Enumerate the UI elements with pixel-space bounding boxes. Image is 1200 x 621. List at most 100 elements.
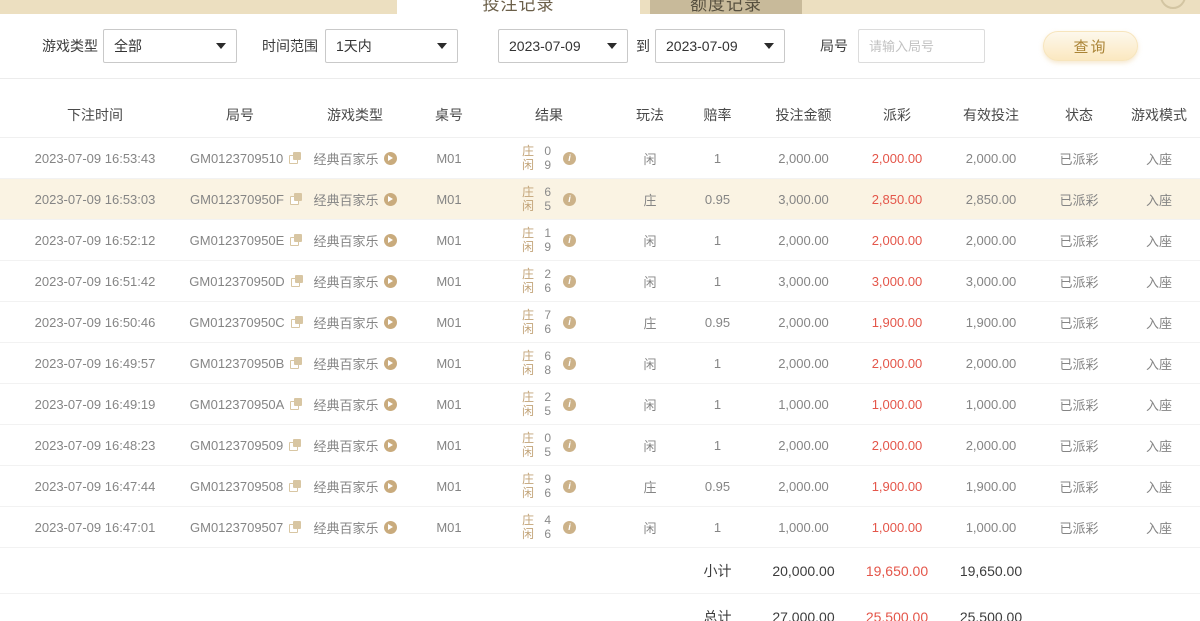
copy-icon[interactable] <box>289 439 290 452</box>
valid-bet: 1,000.00 <box>942 520 1040 535</box>
game-type-label: 游戏类型 <box>42 36 98 56</box>
info-circle-icon[interactable] <box>563 480 576 493</box>
table-row[interactable]: 2023-07-09 16:49:19 GM012370950A 经典百家乐 M… <box>0 384 1200 425</box>
result-score: 庄 0 闲 5 <box>522 432 551 459</box>
valid-bet: 1,900.00 <box>942 479 1040 494</box>
copy-icon[interactable] <box>289 480 290 493</box>
play-circle-icon[interactable] <box>384 480 397 493</box>
tab-credit-records[interactable]: 额度记录 <box>650 0 802 14</box>
info-circle-icon[interactable] <box>563 521 576 534</box>
game-type-select[interactable]: 全部 <box>103 29 237 63</box>
result-cell: 庄 7 闲 6 <box>478 309 620 336</box>
valid-bet: 2,000.00 <box>942 438 1040 453</box>
odds: 1 <box>680 356 755 371</box>
player-score: 6 <box>543 323 551 336</box>
play-type: 庄 <box>620 190 680 209</box>
game-type-cell: 经典百家乐 <box>290 313 420 332</box>
info-circle-icon[interactable] <box>563 357 576 370</box>
banker-score: 7 <box>543 309 551 322</box>
table-row[interactable]: 2023-07-09 16:53:03 GM012370950F 经典百家乐 M… <box>0 179 1200 220</box>
header-play-type: 玩法 <box>620 105 680 125</box>
copy-icon[interactable] <box>289 152 290 165</box>
valid-bet: 2,000.00 <box>942 356 1040 371</box>
play-circle-icon[interactable] <box>384 357 397 370</box>
header-bet-time: 下注时间 <box>0 105 190 125</box>
info-circle-icon[interactable] <box>563 439 576 452</box>
round-id-cell: GM012370950E <box>190 233 290 248</box>
time-range-label: 时间范围 <box>262 36 318 56</box>
play-circle-icon[interactable] <box>384 193 397 206</box>
table-row[interactable]: 2023-07-09 16:49:57 GM012370950B 经典百家乐 M… <box>0 343 1200 384</box>
payout-amount: 2,000.00 <box>852 356 942 371</box>
banker-score-line: 庄 9 <box>522 473 551 486</box>
bet-time: 2023-07-09 16:52:12 <box>0 233 190 248</box>
tab-betting-records[interactable]: 投注记录 <box>397 0 640 14</box>
info-circle-icon[interactable] <box>563 275 576 288</box>
table-number: M01 <box>420 192 478 207</box>
banker-score-line: 庄 6 <box>522 186 551 199</box>
status-badge: 已派彩 <box>1040 395 1118 414</box>
info-circle-icon[interactable] <box>563 398 576 411</box>
table-row[interactable]: 2023-07-09 16:48:23 GM0123709509 经典百家乐 M… <box>0 425 1200 466</box>
result-score: 庄 7 闲 6 <box>522 309 551 336</box>
time-range-select[interactable]: 1天内 <box>325 29 458 63</box>
valid-bet: 2,850.00 <box>942 192 1040 207</box>
play-circle-icon[interactable] <box>384 152 397 165</box>
play-circle-icon[interactable] <box>384 275 397 288</box>
round-number-input[interactable] <box>858 29 985 63</box>
bet-amount: 2,000.00 <box>755 151 852 166</box>
payout-amount: 1,900.00 <box>852 315 942 330</box>
round-id-cell: GM0123709508 <box>190 479 290 494</box>
game-type: 经典百家乐 <box>313 518 378 537</box>
play-circle-icon[interactable] <box>384 521 397 534</box>
payout-amount: 2,000.00 <box>852 151 942 166</box>
table-row[interactable]: 2023-07-09 16:47:44 GM0123709508 经典百家乐 M… <box>0 466 1200 507</box>
play-circle-icon[interactable] <box>384 439 397 452</box>
header-table-no: 桌号 <box>420 105 478 125</box>
banker-score-line: 庄 0 <box>522 145 551 158</box>
banker-label: 庄 <box>522 227 534 240</box>
game-type: 经典百家乐 <box>313 272 378 291</box>
banker-score: 2 <box>543 391 551 404</box>
table-header: 下注时间 局号 游戏类型 桌号 结果 玩法 赔率 投注金额 派彩 有效投注 状态… <box>0 93 1200 138</box>
table-row[interactable]: 2023-07-09 16:50:46 GM012370950C 经典百家乐 M… <box>0 302 1200 343</box>
chevron-down-icon <box>437 43 447 49</box>
player-score-line: 闲 5 <box>522 405 551 418</box>
round-id: GM012370950B <box>190 356 285 371</box>
search-button[interactable]: 查询 <box>1043 31 1138 61</box>
game-type-cell: 经典百家乐 <box>290 190 420 209</box>
info-circle-icon[interactable] <box>563 193 576 206</box>
game-type-cell: 经典百家乐 <box>290 231 420 250</box>
table-row[interactable]: 2023-07-09 16:53:43 GM0123709510 经典百家乐 M… <box>0 138 1200 179</box>
date-to-select[interactable]: 2023-07-09 <box>655 29 785 63</box>
info-circle-icon[interactable] <box>563 316 576 329</box>
game-mode: 入座 <box>1118 436 1200 455</box>
play-type: 闲 <box>620 272 680 291</box>
player-score-line: 闲 6 <box>522 323 551 336</box>
game-type-cell: 经典百家乐 <box>290 518 420 537</box>
table-row[interactable]: 2023-07-09 16:52:12 GM012370950E 经典百家乐 M… <box>0 220 1200 261</box>
game-mode: 入座 <box>1118 354 1200 373</box>
play-circle-icon[interactable] <box>384 398 397 411</box>
play-circle-icon[interactable] <box>384 234 397 247</box>
round-id: GM0123709508 <box>190 479 283 494</box>
banker-score-line: 庄 2 <box>522 268 551 281</box>
subtotal-label: 小计 <box>680 561 755 581</box>
game-mode: 入座 <box>1118 477 1200 496</box>
game-mode: 入座 <box>1118 231 1200 250</box>
info-circle-icon[interactable] <box>563 152 576 165</box>
table-row[interactable]: 2023-07-09 16:47:01 GM0123709507 经典百家乐 M… <box>0 507 1200 548</box>
bet-time: 2023-07-09 16:47:01 <box>0 520 190 535</box>
game-type: 经典百家乐 <box>313 190 378 209</box>
play-circle-icon[interactable] <box>384 316 397 329</box>
copy-icon[interactable] <box>289 521 290 534</box>
player-score-line: 闲 5 <box>522 446 551 459</box>
player-score-line: 闲 9 <box>522 159 551 172</box>
close-icon[interactable] <box>1160 0 1186 9</box>
table-row[interactable]: 2023-07-09 16:51:42 GM012370950D 经典百家乐 M… <box>0 261 1200 302</box>
date-from-select[interactable]: 2023-07-09 <box>498 29 628 63</box>
bet-amount: 2,000.00 <box>755 315 852 330</box>
play-type: 闲 <box>620 518 680 537</box>
info-circle-icon[interactable] <box>563 234 576 247</box>
table-number: M01 <box>420 315 478 330</box>
